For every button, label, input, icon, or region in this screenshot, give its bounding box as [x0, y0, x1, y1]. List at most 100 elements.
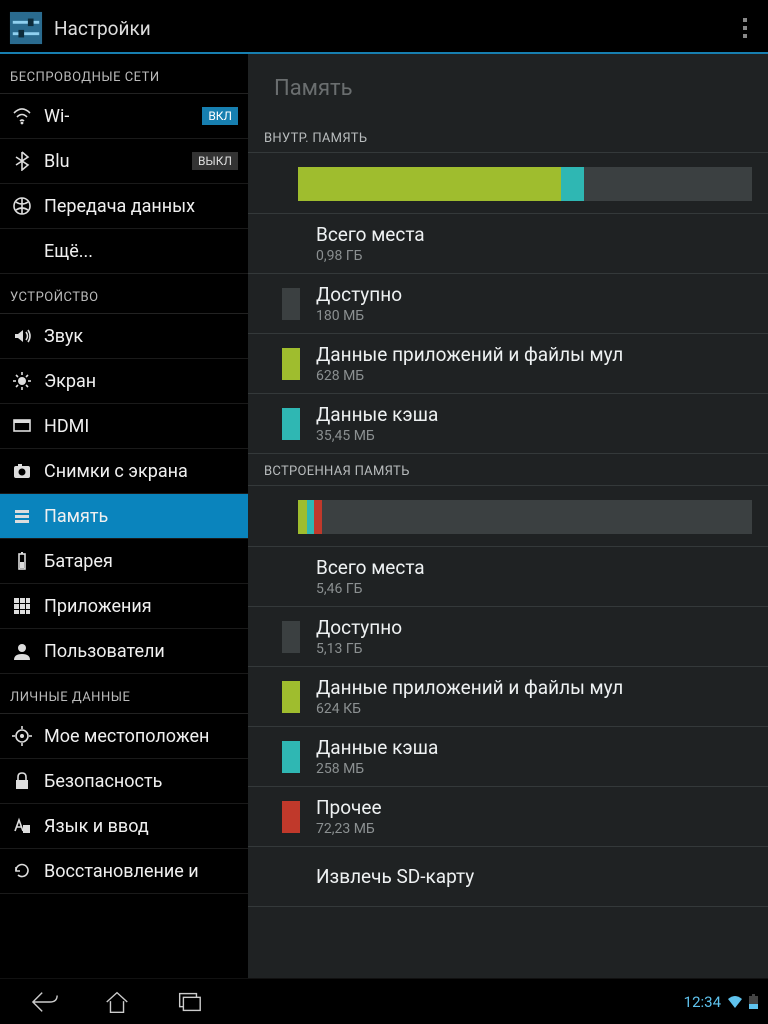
bar-segment — [298, 500, 307, 534]
sidebar-item-sound[interactable]: Звук — [0, 314, 248, 359]
row-secondary: 72,23 МБ — [316, 821, 382, 837]
toggle-switch[interactable]: ВКЛ — [202, 107, 238, 125]
bar-segment — [322, 500, 752, 534]
home-button[interactable] — [100, 987, 134, 1017]
storage-row[interactable]: Данные кэша 35,45 МБ — [248, 394, 768, 454]
row-primary: Всего места — [316, 556, 425, 579]
toggle-switch[interactable]: ВЫКЛ — [192, 152, 238, 170]
sidebar-item-backup[interactable]: Восстановление и — [0, 849, 248, 894]
storage-row[interactable]: Всего места 5,46 ГБ — [248, 547, 768, 607]
sidebar-item-label: Восстановление и — [44, 861, 199, 882]
color-swatch — [282, 681, 300, 713]
sidebar-item-label: Язык и ввод — [44, 816, 149, 837]
sidebar-item-battery[interactable]: Батарея — [0, 539, 248, 584]
color-swatch — [282, 561, 300, 593]
sidebar-item-security[interactable]: Безопасность — [0, 759, 248, 804]
storage-row[interactable]: Доступно 180 МБ — [248, 274, 768, 334]
settings-app-icon — [8, 10, 44, 46]
row-primary: Извлечь SD-карту — [316, 865, 474, 888]
color-swatch — [282, 228, 300, 260]
hdmi-icon — [10, 414, 34, 438]
storage-row[interactable]: Данные приложений и файлы мул 628 МБ — [248, 334, 768, 394]
color-swatch — [282, 801, 300, 833]
sidebar-item-label: Blu — [44, 151, 70, 172]
storage-row[interactable]: Прочее72,23 МБ — [248, 787, 768, 847]
sidebar-item-more[interactable]: Ещё... — [0, 229, 248, 274]
color-swatch — [282, 348, 300, 380]
sidebar-item-label: Wi- — [44, 106, 69, 127]
storage-content: Память ВНУТР. ПАМЯТЬВсего места0,98 ГБДо… — [248, 54, 768, 978]
row-secondary: 180 МБ — [316, 308, 402, 324]
row-secondary: 0,98 ГБ — [316, 248, 425, 264]
sidebar-item-wifi[interactable]: Wi- ВКЛ — [0, 94, 248, 139]
color-swatch — [282, 408, 300, 440]
sidebar-item-language[interactable]: Язык и ввод — [0, 804, 248, 849]
sidebar-item-label: Звук — [44, 326, 83, 347]
sidebar-item-label: HDMI — [44, 416, 89, 437]
storage-row[interactable]: Данные приложений и файлы мул 624 КБ — [248, 667, 768, 727]
row-primary: Данные приложений и файлы мул — [316, 343, 623, 366]
sidebar-section-header: БЕСПРОВОДНЫЕ СЕТИ — [0, 54, 248, 94]
row-secondary: 258 МБ — [316, 761, 438, 777]
backup-icon — [10, 859, 34, 883]
bar-segment — [307, 500, 314, 534]
sidebar-item-label: Снимки с экрана — [44, 461, 188, 482]
row-primary: Доступно — [316, 616, 402, 639]
sidebar-item-data[interactable]: Передача данных — [0, 184, 248, 229]
blank-icon — [10, 239, 34, 263]
sidebar-item-display[interactable]: Экран — [0, 359, 248, 404]
sidebar-item-location[interactable]: Мое местоположен — [0, 714, 248, 759]
overflow-menu-icon[interactable] — [730, 18, 760, 38]
row-primary: Данные приложений и файлы мул — [316, 676, 623, 699]
sidebar-item-label: Приложения — [44, 596, 152, 617]
row-primary: Всего места — [316, 223, 425, 246]
storage-usage-bar[interactable] — [248, 153, 768, 214]
sidebar-item-bluetooth[interactable]: Blu ВЫКЛ — [0, 139, 248, 184]
sidebar-item-users[interactable]: Пользователи — [0, 629, 248, 674]
users-icon — [10, 639, 34, 663]
storage-row[interactable]: Доступно 5,13 ГБ — [248, 607, 768, 667]
storage-row[interactable]: Всего места 0,98 ГБ — [248, 214, 768, 274]
row-primary: Доступно — [316, 283, 402, 306]
security-icon — [10, 769, 34, 793]
back-button[interactable] — [28, 987, 62, 1017]
bar-segment — [584, 167, 752, 201]
data-icon — [10, 194, 34, 218]
storage-category-header: ВСТРОЕННАЯ ПАМЯТЬ — [248, 454, 768, 486]
apps-icon — [10, 594, 34, 618]
screenshot-icon — [10, 459, 34, 483]
bar-segment — [561, 167, 584, 201]
row-secondary: 5,13 ГБ — [316, 641, 402, 657]
bluetooth-icon — [10, 149, 34, 173]
row-secondary: 35,45 МБ — [316, 428, 438, 444]
recents-button[interactable] — [172, 987, 206, 1017]
sidebar-item-screenshot[interactable]: Снимки с экрана — [0, 449, 248, 494]
sidebar-item-label: Батарея — [44, 551, 113, 572]
battery-status-icon — [749, 994, 758, 1009]
sidebar-item-hdmi[interactable]: HDMI — [0, 404, 248, 449]
wifi-status-icon — [727, 995, 743, 1009]
sidebar-section-header: ЛИЧНЫЕ ДАННЫЕ — [0, 674, 248, 714]
action-bar: Настройки — [0, 4, 768, 54]
sidebar-section-header: УСТРОЙСТВО — [0, 274, 248, 314]
storage-usage-bar[interactable] — [248, 486, 768, 547]
sidebar-item-label: Экран — [44, 371, 96, 392]
row-secondary: 628 МБ — [316, 368, 623, 384]
sidebar-item-storage[interactable]: Память — [0, 494, 248, 539]
bar-segment — [298, 167, 561, 201]
sidebar-item-label: Передача данных — [44, 196, 195, 217]
row-primary: Данные кэша — [316, 403, 438, 426]
row-secondary: 5,46 ГБ — [316, 581, 425, 597]
bar-segment — [314, 500, 322, 534]
sidebar-item-label: Безопасность — [44, 771, 162, 792]
storage-row[interactable]: Извлечь SD-карту — [248, 847, 768, 907]
sidebar-item-label: Ещё... — [44, 241, 93, 262]
display-icon — [10, 369, 34, 393]
storage-category-header: ВНУТР. ПАМЯТЬ — [248, 121, 768, 153]
storage-row[interactable]: Данные кэша258 МБ — [248, 727, 768, 787]
row-secondary: 624 КБ — [316, 701, 623, 717]
battery-icon — [10, 549, 34, 573]
sidebar-item-apps[interactable]: Приложения — [0, 584, 248, 629]
location-icon — [10, 724, 34, 748]
color-swatch — [282, 288, 300, 320]
